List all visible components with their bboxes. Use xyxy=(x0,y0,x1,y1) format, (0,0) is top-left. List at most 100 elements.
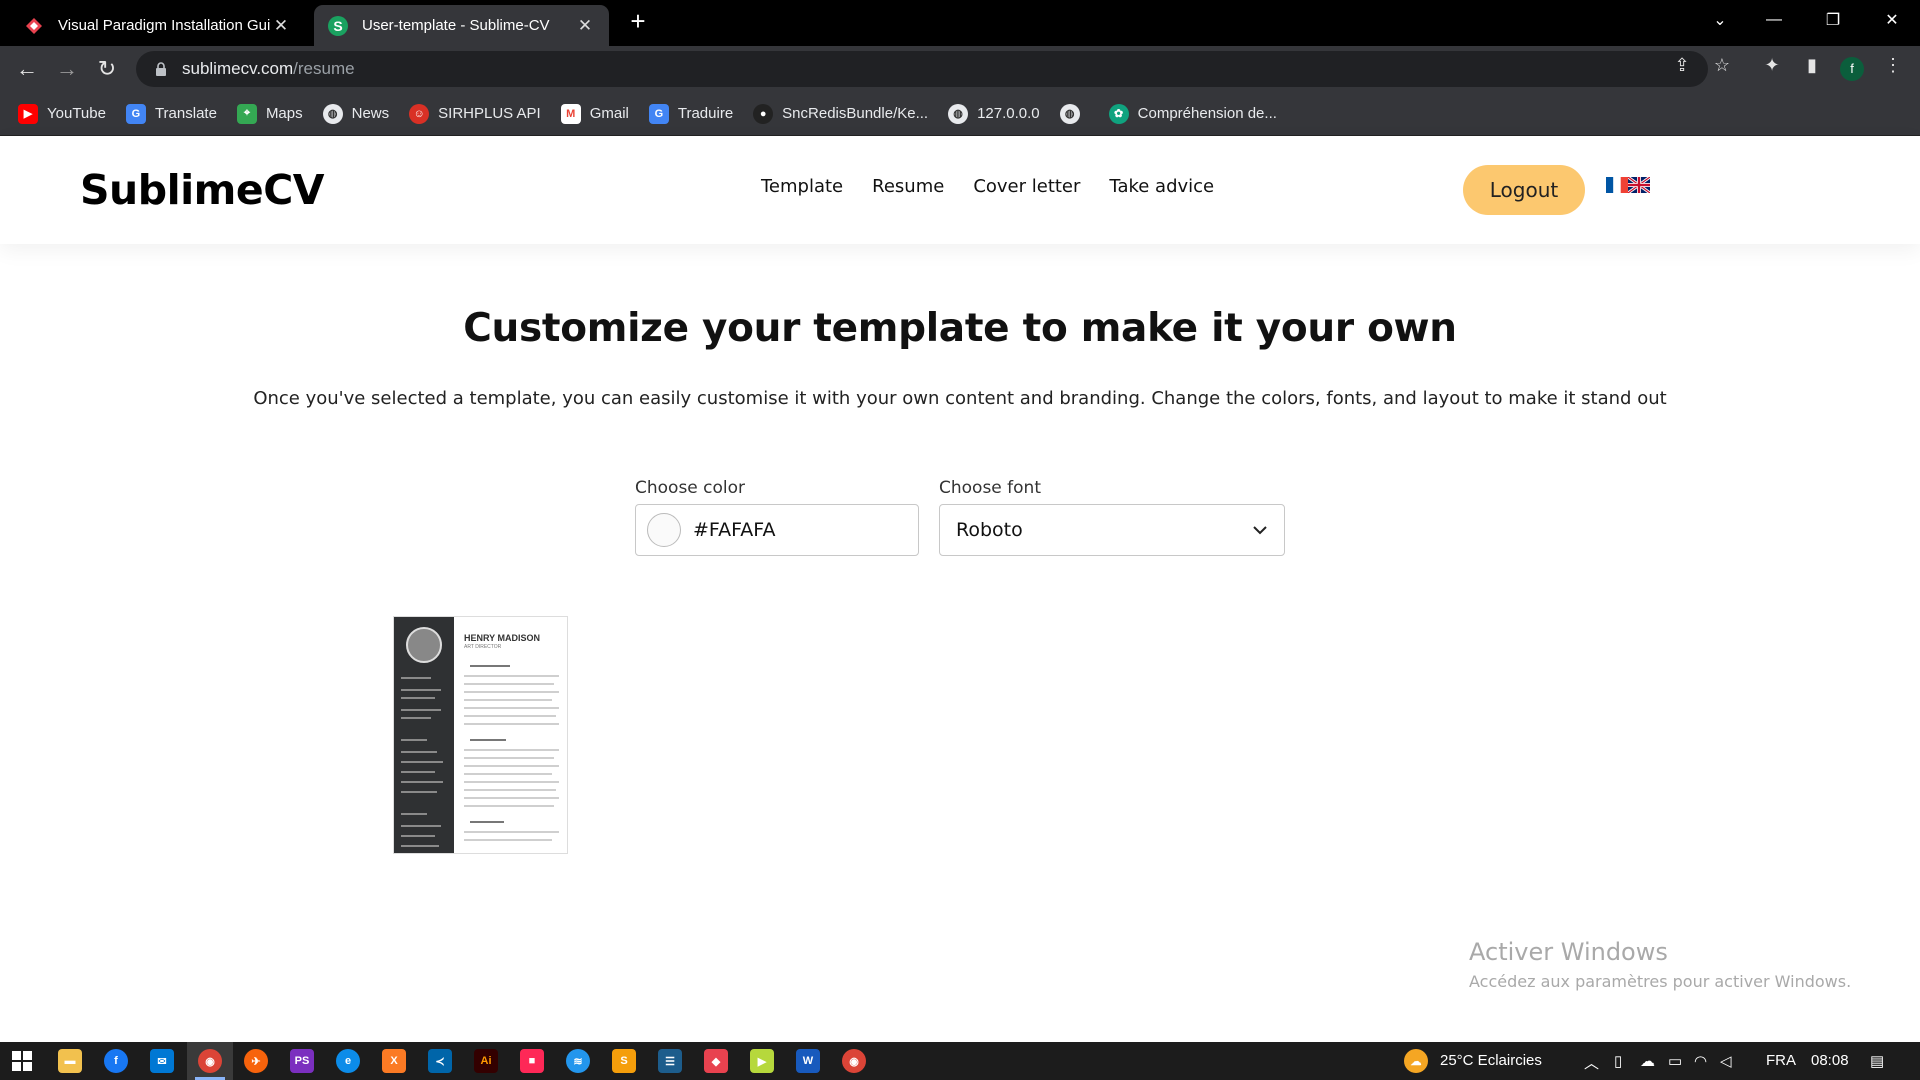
bookmark-traduire[interactable]: G Traduire xyxy=(648,103,733,124)
star-icon[interactable]: ☆ xyxy=(1711,54,1733,76)
restore-button[interactable]: ❐ xyxy=(1805,0,1861,40)
color-value: #FAFAFA xyxy=(693,519,776,541)
illustrator-icon[interactable]: Ai xyxy=(474,1049,498,1073)
battery-icon[interactable]: ▭ xyxy=(1668,1052,1682,1070)
color-swatch[interactable] xyxy=(647,513,681,547)
edge-icon[interactable]: e xyxy=(336,1049,360,1073)
nav-template[interactable]: Template xyxy=(761,176,843,197)
url-bar[interactable]: sublimecv.com/resume xyxy=(136,51,1708,87)
chevron-down-icon xyxy=(1253,526,1267,535)
bookmarks-bar: ▶ YouTube G Translate ⌖ Maps ◍ News ☺ SI… xyxy=(0,92,1920,136)
bookmark-globe[interactable]: ◍ xyxy=(1059,103,1089,124)
template-role: ART DIRECTOR xyxy=(464,644,502,650)
wifi-icon[interactable]: ◠ xyxy=(1694,1052,1707,1070)
xampp-icon[interactable]: X xyxy=(382,1049,406,1073)
logout-button[interactable]: Logout xyxy=(1463,165,1585,215)
mail-icon[interactable]: ✉ xyxy=(150,1049,174,1073)
svg-text:S: S xyxy=(333,18,342,34)
site-header: SublimeCV Template Resume Cover letter T… xyxy=(0,136,1920,244)
web-page: SublimeCV Template Resume Cover letter T… xyxy=(0,136,1920,1042)
extensions-icon[interactable]: ✦ xyxy=(1761,54,1783,76)
bookmark-localhost[interactable]: ◍ 127.0.0.0 xyxy=(948,103,1040,124)
sirhplus-icon: ☺ xyxy=(409,103,430,124)
vscode-icon[interactable]: ≺ xyxy=(428,1049,452,1073)
word-icon[interactable]: W xyxy=(796,1049,820,1073)
font-select[interactable]: Roboto xyxy=(939,504,1285,556)
activation-watermark-text: Accédez aux paramètres pour activer Wind… xyxy=(1469,972,1852,991)
jetbrains-icon[interactable]: ■ xyxy=(520,1049,544,1073)
windows-start-icon[interactable] xyxy=(10,1049,34,1073)
forward-button[interactable]: → xyxy=(52,54,82,84)
phpstorm-icon[interactable]: PS xyxy=(290,1049,314,1073)
bookmark-maps[interactable]: ⌖ Maps xyxy=(236,103,303,124)
back-button[interactable]: ← xyxy=(12,54,42,84)
weather-icon[interactable]: ☁ xyxy=(1404,1049,1428,1073)
font-label: Choose font xyxy=(939,478,1041,498)
notifications-icon[interactable]: ▤ xyxy=(1870,1052,1884,1070)
minimize-button[interactable]: — xyxy=(1746,0,1802,40)
address-bar-row: ← → ↻ sublimecv.com/resume ⇪ ☆ ✦ ▮ f ⋮ xyxy=(0,46,1920,92)
uk-flag-icon[interactable] xyxy=(1628,177,1650,193)
close-icon[interactable]: ✕ xyxy=(271,16,291,36)
font-value: Roboto xyxy=(956,519,1023,541)
maps-icon: ⌖ xyxy=(236,103,257,124)
tab-search-icon[interactable]: ⌄ xyxy=(1692,0,1748,40)
browser-tab-bar: Visual Paradigm Installation Gui ✕ S Use… xyxy=(0,0,1920,46)
main-nav: Template Resume Cover letter Take advice xyxy=(761,176,1243,197)
sublimecv-icon: S xyxy=(328,15,348,36)
page-subtitle: Once you've selected a template, you can… xyxy=(253,388,1667,409)
color-picker-field[interactable]: #FAFAFA xyxy=(635,504,919,556)
reload-button[interactable]: ↻ xyxy=(92,54,122,84)
nav-cover-letter[interactable]: Cover letter xyxy=(973,176,1080,197)
template-sidebar xyxy=(394,617,454,853)
bookmark-gmail[interactable]: M Gmail xyxy=(560,103,629,124)
youtube-icon: ▶ xyxy=(18,103,38,124)
bookmark-news[interactable]: ◍ News xyxy=(322,103,389,124)
media-player-icon[interactable]: ▶ xyxy=(750,1049,774,1073)
profile-avatar[interactable]: f xyxy=(1840,57,1864,81)
bookmark-sirhplus[interactable]: ☺ SIRHPLUS API xyxy=(409,103,541,124)
translate-icon: G xyxy=(648,103,669,124)
clock-text[interactable]: 08:08 xyxy=(1811,1052,1849,1069)
globe-icon: ◍ xyxy=(1059,103,1080,124)
chrome-icon[interactable]: ◉ xyxy=(198,1049,222,1073)
share-icon[interactable]: ⇪ xyxy=(1671,54,1693,76)
site-logo[interactable]: SublimeCV xyxy=(80,166,325,214)
bookmark-sncredisbundle[interactable]: ● SncRedisBundle/Ke... xyxy=(753,103,928,124)
resume-template-thumbnail[interactable]: HENRY MADISON ART DIRECTOR xyxy=(393,616,568,854)
nav-resume[interactable]: Resume xyxy=(872,176,944,197)
close-window-button[interactable]: ✕ xyxy=(1864,0,1920,40)
language-switcher xyxy=(1606,177,1650,193)
nav-take-advice[interactable]: Take advice xyxy=(1109,176,1214,197)
postman-icon[interactable]: ✈ xyxy=(244,1049,268,1073)
tray-device-icon[interactable]: ▯ xyxy=(1614,1052,1622,1070)
new-tab-button[interactable]: + xyxy=(622,6,654,38)
language-indicator[interactable]: FRA xyxy=(1766,1052,1796,1069)
template-name: HENRY MADISON xyxy=(464,633,541,643)
globe-icon: ◍ xyxy=(322,103,343,124)
browser-tab-visual-paradigm[interactable]: Visual Paradigm Installation Gui ✕ xyxy=(10,5,305,46)
lock-icon xyxy=(156,62,166,76)
file-explorer-icon[interactable]: ▬ xyxy=(58,1049,82,1073)
chrome-alt-icon[interactable]: ◉ xyxy=(842,1049,866,1073)
close-icon[interactable]: ✕ xyxy=(575,16,595,36)
visual-paradigm-icon xyxy=(24,16,44,36)
github-icon: ● xyxy=(753,103,774,124)
visual-paradigm-icon[interactable]: ◆ xyxy=(704,1049,728,1073)
browser-tab-sublimecv[interactable]: S User-template - Sublime-CV ✕ xyxy=(314,5,609,46)
bookmark-comprehension[interactable]: ✿ Compréhension de... xyxy=(1108,103,1277,124)
tray-chevron-icon[interactable]: ︿ xyxy=(1584,1052,1599,1073)
volume-icon[interactable]: ◁ xyxy=(1720,1052,1732,1070)
page-title: Customize your template to make it your … xyxy=(463,306,1457,351)
db-tool-icon[interactable]: ☰ xyxy=(658,1049,682,1073)
sublime-text-icon[interactable]: S xyxy=(612,1049,636,1073)
bookmark-youtube[interactable]: ▶ YouTube xyxy=(18,103,106,124)
docker-icon[interactable]: ≋ xyxy=(566,1049,590,1073)
side-panel-icon[interactable]: ▮ xyxy=(1801,54,1823,76)
onedrive-icon[interactable]: ☁ xyxy=(1640,1052,1655,1070)
bookmark-translate[interactable]: G Translate xyxy=(125,103,217,124)
weather-text[interactable]: 25°C Eclaircies xyxy=(1440,1052,1542,1069)
french-flag-icon[interactable] xyxy=(1606,177,1628,193)
facebook-icon[interactable]: f xyxy=(104,1049,128,1073)
menu-icon[interactable]: ⋮ xyxy=(1882,54,1904,76)
